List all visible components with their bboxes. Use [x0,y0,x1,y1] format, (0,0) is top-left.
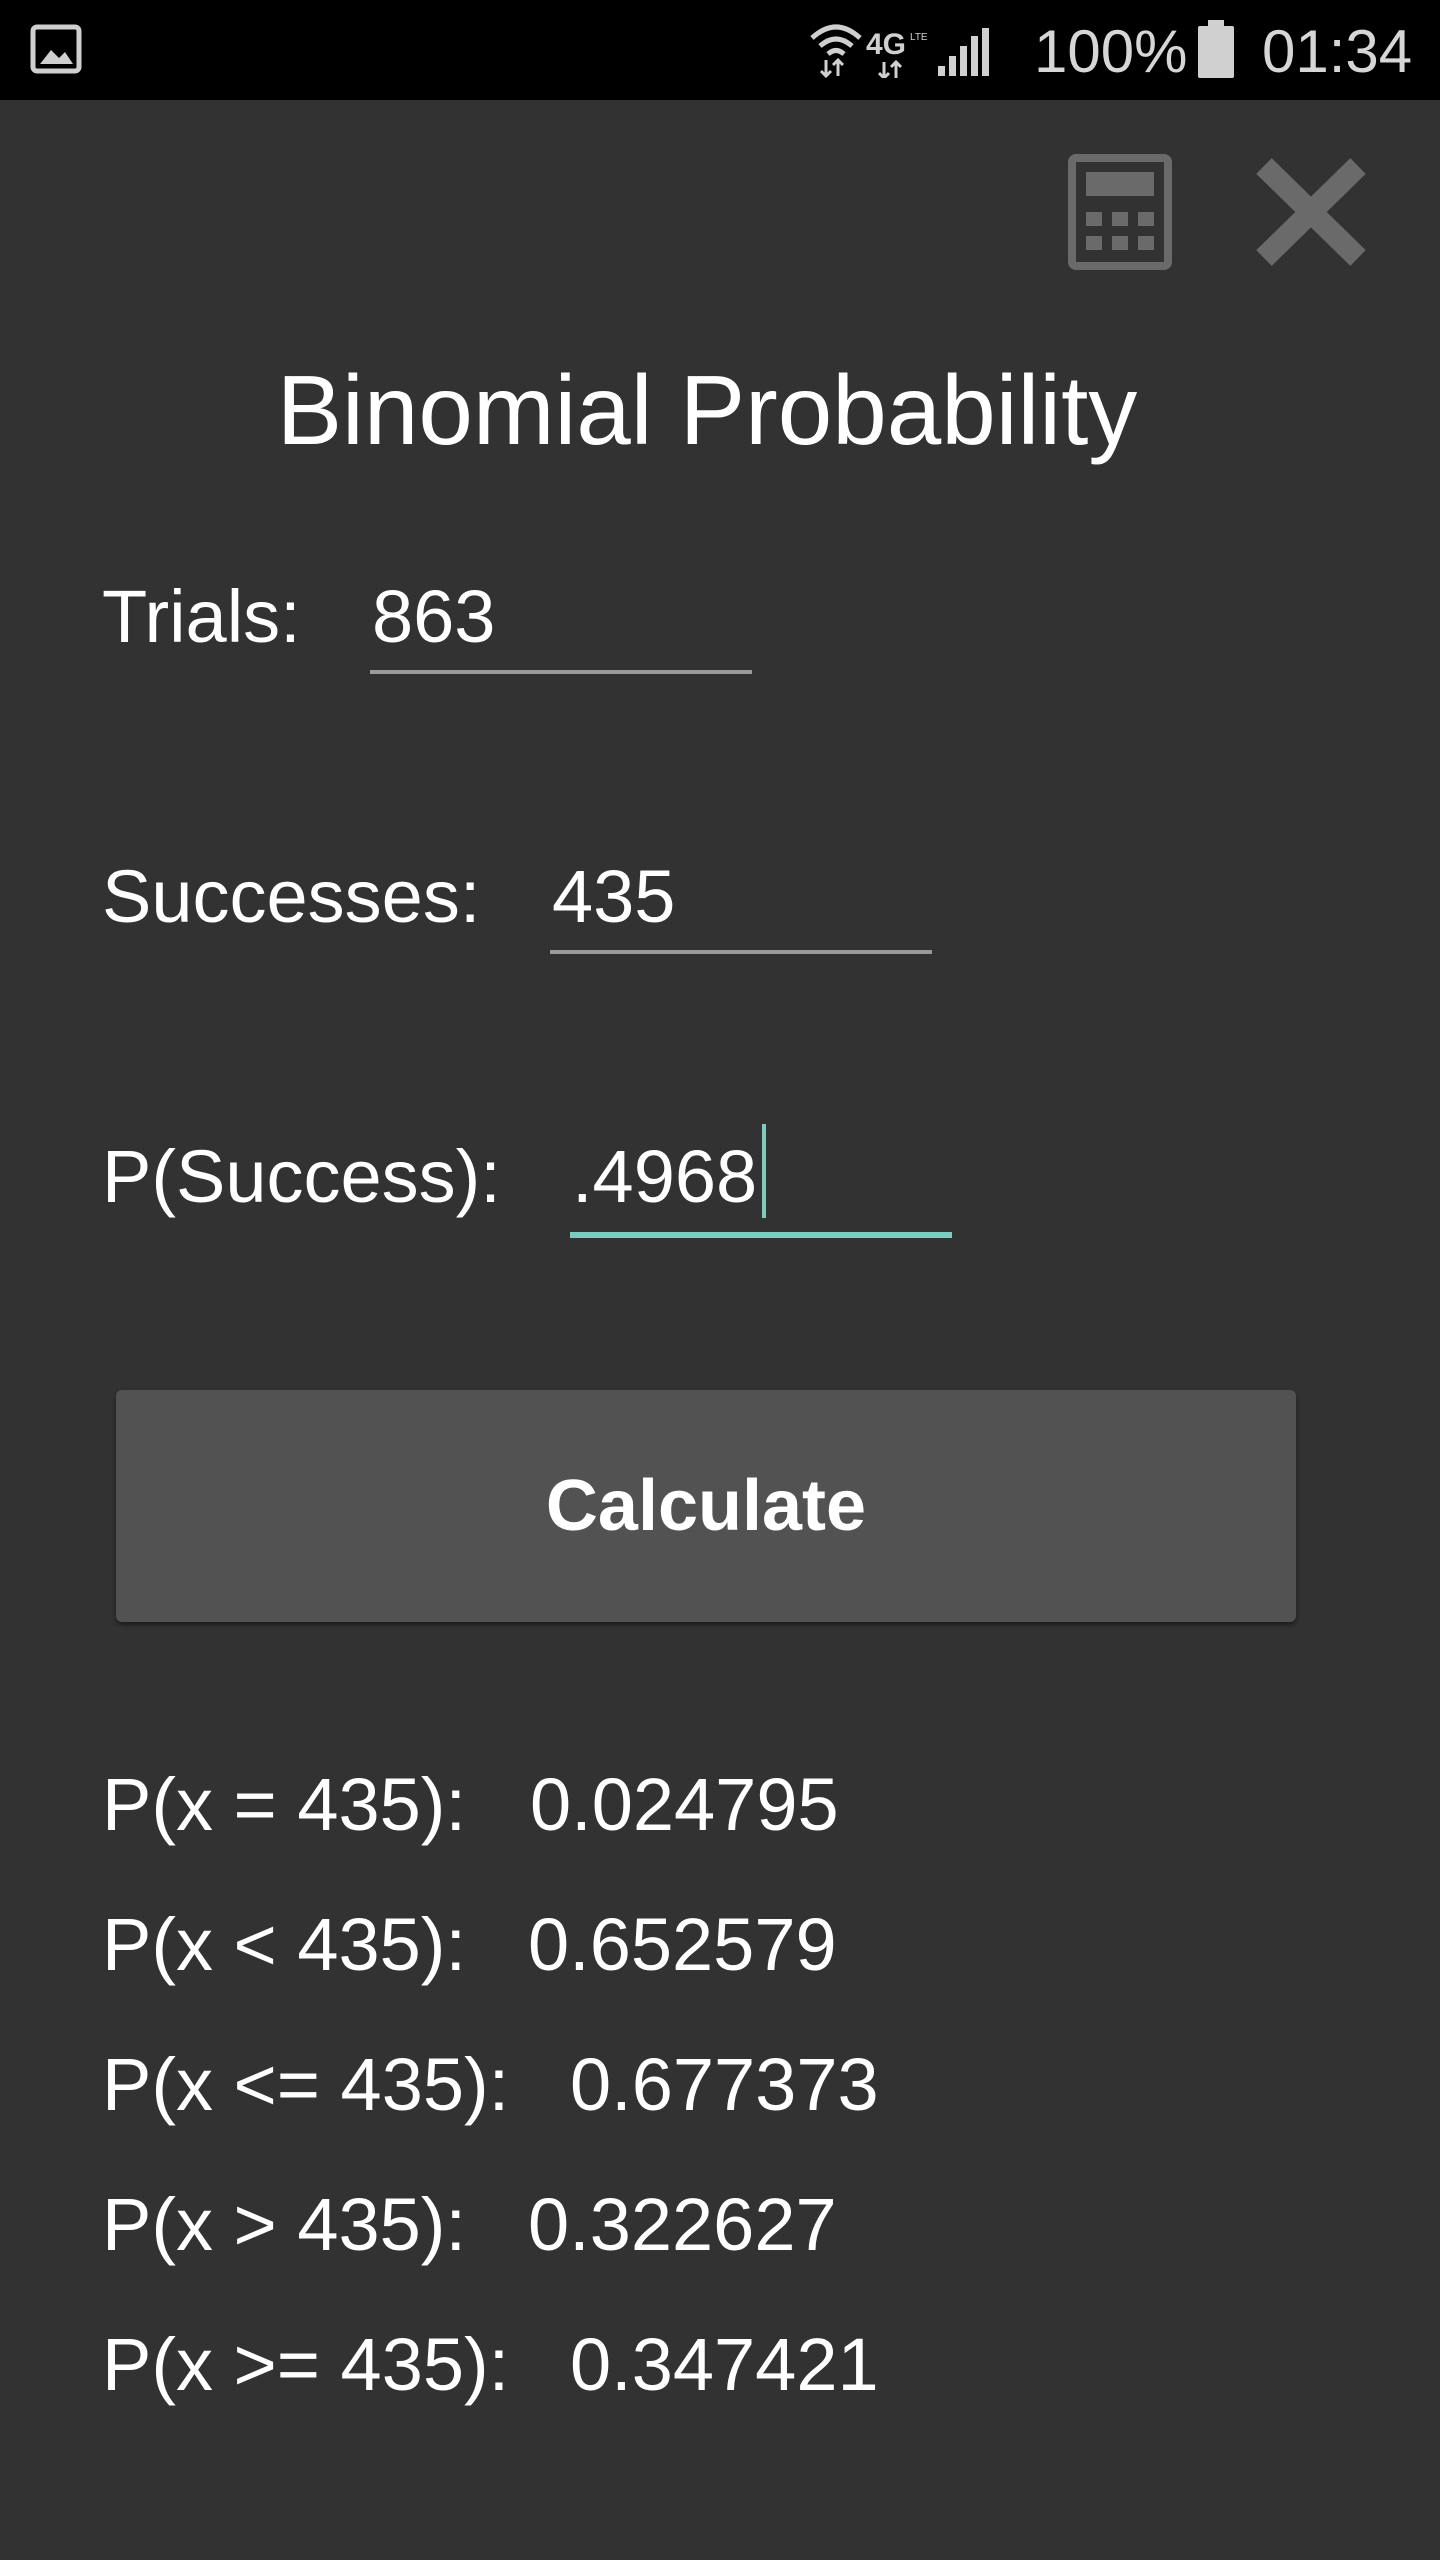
calculate-button[interactable]: Calculate [116,1390,1296,1622]
wifi-icon [810,24,862,78]
calculator-icon[interactable] [1068,154,1172,270]
lte-icon: 4G LTE [866,28,928,78]
successes-input[interactable] [550,852,932,942]
text-cursor [762,1124,766,1218]
battery-icon [1198,20,1234,78]
signal-icon [938,28,989,76]
result-value-lt: 0.652579 [528,1903,837,1986]
clock: 01:34 [1262,18,1413,85]
trials-input[interactable] [370,572,752,662]
close-icon[interactable] [1252,156,1370,268]
svg-text:LTE: LTE [910,32,928,43]
trials-label: Trials: [102,575,301,658]
result-label-lt: P(x < 435): [102,1903,467,1986]
result-label-ge: P(x >= 435): [102,2323,510,2406]
result-value-ge: 0.347421 [570,2323,879,2406]
result-label-gt: P(x > 435): [102,2183,467,2266]
successes-label: Successes: [102,855,481,938]
battery-percentage: 100% [1034,18,1188,85]
trials-underline [370,670,752,674]
svg-text:4G: 4G [866,28,906,61]
successes-underline [550,950,932,954]
page-title: Binomial Probability [276,355,1138,465]
result-label-le: P(x <= 435): [102,2043,510,2126]
p-success-label: P(Success): [102,1135,501,1218]
status-bar: 4G LTE 100% 01:34 [0,0,1440,100]
gallery-icon [30,24,82,74]
p-success-input[interactable] [570,1132,952,1222]
result-label-eq: P(x = 435): [102,1763,467,1846]
result-value-eq: 0.024795 [530,1763,839,1846]
result-value-le: 0.677373 [570,2043,879,2126]
p-success-underline [570,1232,952,1238]
result-value-gt: 0.322627 [528,2183,837,2266]
